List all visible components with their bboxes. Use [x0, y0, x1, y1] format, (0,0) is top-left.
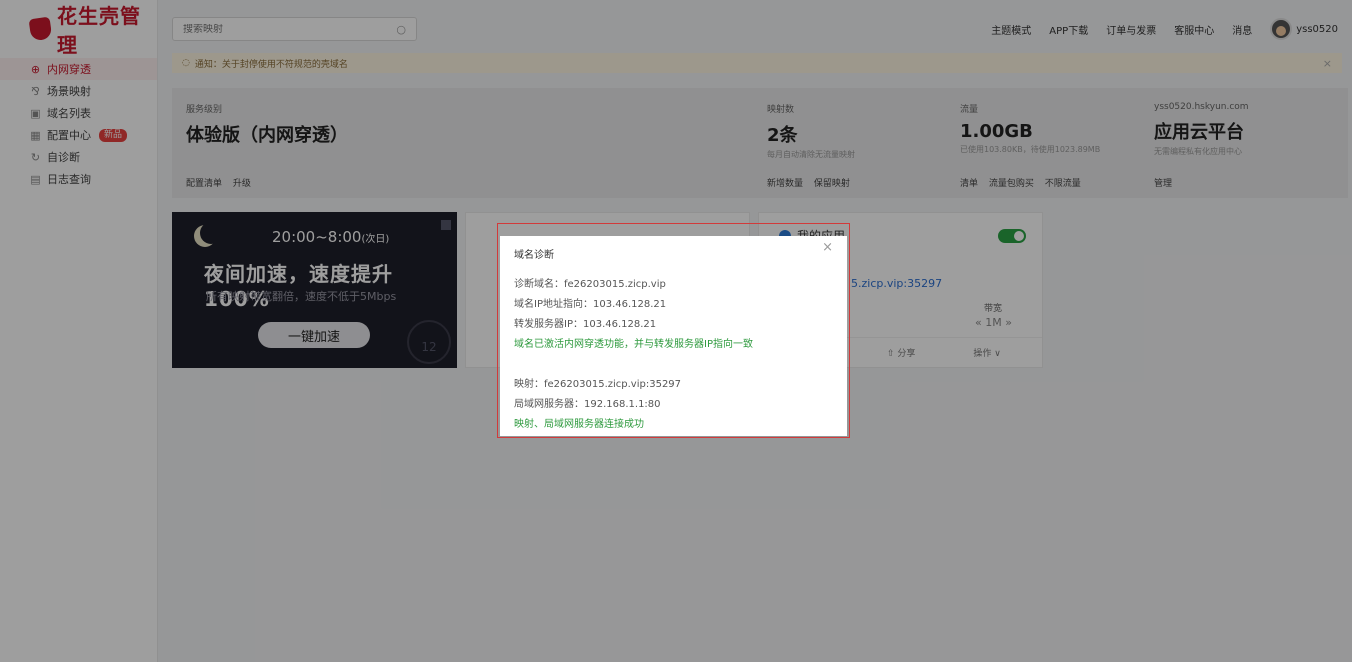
- domain-ip: 域名IP地址指向：103.46.128.21: [514, 299, 667, 310]
- connection-ok-status: 映射、局域网服务器连接成功: [514, 419, 644, 430]
- dialog-title: 域名诊断: [514, 250, 554, 261]
- close-icon[interactable]: ×: [822, 240, 833, 255]
- mapping-address: 映射：fe26203015.zicp.vip:35297: [514, 379, 682, 390]
- forward-server-ip: 转发服务器IP：103.46.128.21: [514, 319, 657, 330]
- domain-diagnosis-dialog: 域名诊断 × 诊断域名：fe26203015.zicp.vip 域名IP地址指向…: [500, 236, 847, 436]
- lan-server: 局域网服务器：192.168.1.1:80: [514, 399, 661, 410]
- dialog-body: 诊断域名：fe26203015.zicp.vip 域名IP地址指向：103.46…: [514, 275, 833, 435]
- diag-domain: 诊断域名：fe26203015.zicp.vip: [514, 279, 666, 290]
- domain-ok-status: 域名已激活内网穿透功能，并与转发服务器IP指向一致: [514, 339, 753, 350]
